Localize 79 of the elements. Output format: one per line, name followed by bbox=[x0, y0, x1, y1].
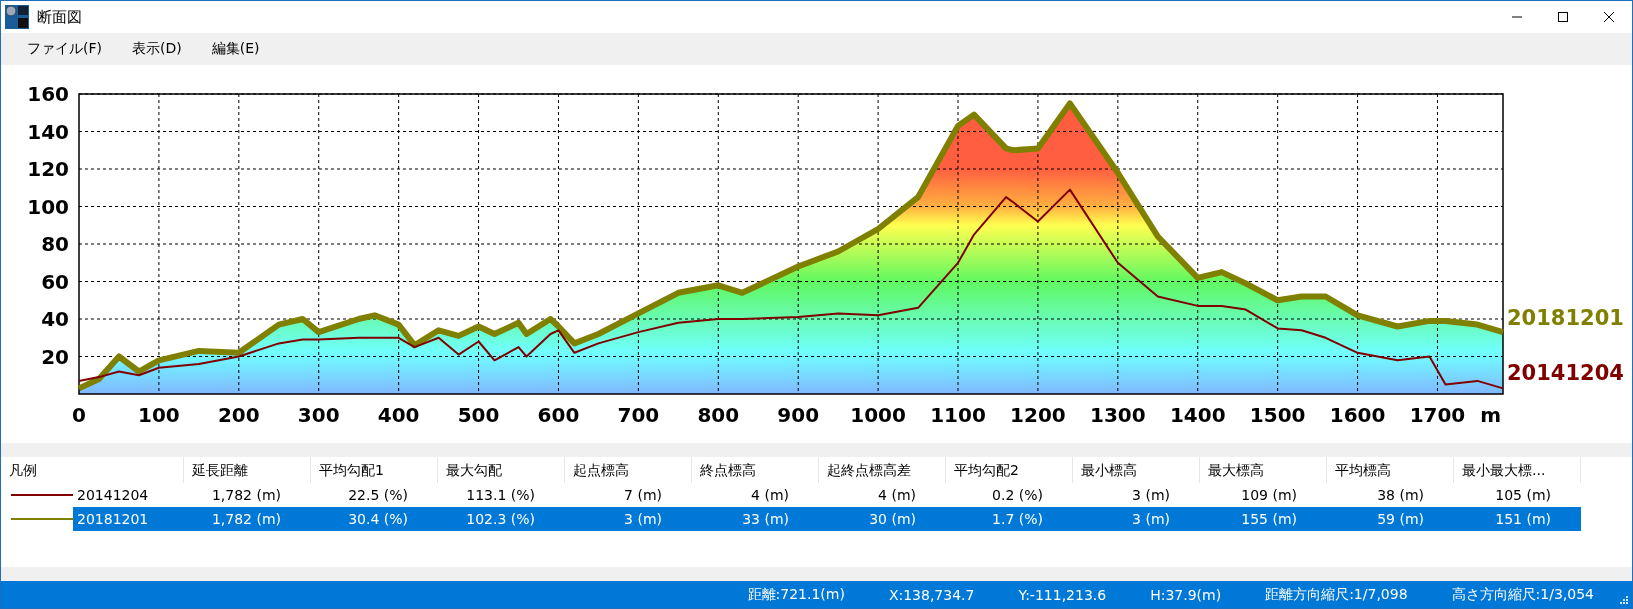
table-cell: 30 (m) bbox=[819, 507, 946, 532]
table-cell: 33 (m) bbox=[692, 507, 819, 532]
table-cell-text: 22.5 (%) bbox=[347, 486, 409, 506]
status-text: 距離:721.1(m) bbox=[747, 585, 845, 604]
x-tick-label: 100 bbox=[138, 402, 180, 427]
y-tick-label: 160 bbox=[27, 81, 69, 106]
column-header[interactable]: 最大標高 bbox=[1200, 457, 1327, 484]
y-tick-label: 40 bbox=[41, 306, 69, 331]
table-cell-text: 7 (m) bbox=[623, 486, 663, 506]
x-tick-label: 300 bbox=[297, 402, 340, 427]
table-cell: 30.4 (%) bbox=[311, 507, 438, 532]
table-cell: 3 (m) bbox=[565, 507, 692, 532]
x-tick-label: 600 bbox=[537, 402, 580, 427]
y-tick-label: 120 bbox=[27, 156, 69, 181]
table-cell-text: 113.1 (%) bbox=[465, 486, 536, 506]
table-cell-text: 0.2 (%) bbox=[991, 486, 1044, 506]
table-cell-text: 4 (m) bbox=[877, 486, 917, 506]
status-text: 高さ方向縮尺:1/3,054 bbox=[1451, 585, 1594, 604]
table-cell: 151 (m) bbox=[1454, 507, 1581, 532]
x-axis-unit: m bbox=[1480, 402, 1501, 427]
table-cell[interactable]: 20181201 bbox=[73, 507, 184, 532]
status-text: H:37.9(m) bbox=[1150, 586, 1222, 603]
column-header[interactable]: 平均勾配1 bbox=[311, 457, 438, 484]
y-tick-label: 100 bbox=[27, 194, 69, 219]
table-cell-text: 3 (m) bbox=[1131, 486, 1171, 506]
table-cell: 155 (m) bbox=[1200, 507, 1327, 532]
x-tick-label: 1700 bbox=[1409, 402, 1466, 427]
y-tick-label: 20 bbox=[41, 344, 69, 369]
status-text: X:138,734.7 bbox=[888, 586, 975, 603]
maximize-icon bbox=[1557, 11, 1569, 23]
column-header[interactable]: 起点標高 bbox=[565, 457, 692, 484]
x-tick-label: 1100 bbox=[930, 402, 986, 427]
column-header[interactable]: 延長距離 bbox=[184, 457, 311, 484]
resize-grip-icon bbox=[1618, 594, 1628, 604]
x-tick-label: 900 bbox=[777, 402, 820, 427]
table-cell-text: 38 (m) bbox=[1376, 486, 1425, 506]
close-icon bbox=[1603, 11, 1615, 23]
menu-item[interactable]: 編集(E) bbox=[199, 35, 272, 62]
column-header[interactable]: 最大勾配 bbox=[438, 457, 565, 484]
column-header[interactable]: 最小最大標... bbox=[1454, 457, 1581, 484]
x-tick-label: 1400 bbox=[1169, 402, 1226, 427]
series-label: 20181201 bbox=[1507, 306, 1624, 331]
y-tick-label: 60 bbox=[41, 269, 69, 294]
table-cell: 59 (m) bbox=[1327, 507, 1454, 532]
table-cell[interactable]: 20141204 bbox=[73, 483, 184, 508]
x-tick-label: 1200 bbox=[1010, 402, 1066, 427]
table-cell: 1.7 (%) bbox=[946, 507, 1073, 532]
column-header[interactable]: 平均標高 bbox=[1327, 457, 1454, 484]
x-tick-label: 500 bbox=[457, 402, 500, 427]
series-label: 20141204 bbox=[1507, 360, 1624, 385]
x-tick-label: 0 bbox=[72, 402, 86, 427]
table-cell: 3 (m) bbox=[1073, 507, 1200, 532]
x-tick-label: 200 bbox=[217, 402, 260, 427]
table-cell-text: 4 (m) bbox=[750, 486, 790, 506]
column-header[interactable]: 凡例 bbox=[1, 457, 184, 484]
menu-item[interactable]: 表示(D) bbox=[120, 35, 194, 62]
x-tick-label: 1300 bbox=[1090, 402, 1146, 427]
menu-item[interactable]: ファイル(F) bbox=[15, 35, 114, 62]
table-cell-text: 105 (m) bbox=[1494, 486, 1552, 506]
table-cell-text: 1,782 (m) bbox=[210, 486, 282, 506]
status-text: Y:-111,213.6 bbox=[1018, 586, 1107, 603]
status-text: 距離方向縮尺:1/7,098 bbox=[1265, 585, 1408, 604]
y-tick-label: 140 bbox=[27, 119, 69, 144]
y-tick-label: 80 bbox=[41, 231, 69, 256]
column-header[interactable]: 終点標高 bbox=[692, 457, 819, 484]
x-tick-label: 800 bbox=[697, 402, 740, 427]
table-cell-text: 109 (m) bbox=[1240, 486, 1298, 506]
column-header[interactable]: 起終点標高差 bbox=[819, 457, 946, 484]
x-tick-label: 1600 bbox=[1329, 402, 1386, 427]
column-header[interactable]: 平均勾配2 bbox=[946, 457, 1073, 484]
x-tick-label: 700 bbox=[617, 402, 660, 427]
table-cell: 1,782 (m) bbox=[184, 507, 311, 532]
table-cell: 102.3 (%) bbox=[438, 507, 565, 532]
x-tick-label: 400 bbox=[377, 402, 420, 427]
column-header[interactable]: 最小標高 bbox=[1073, 457, 1200, 484]
x-tick-label: 1000 bbox=[850, 402, 906, 427]
x-tick-label: 1500 bbox=[1249, 402, 1306, 427]
app-icon bbox=[5, 5, 29, 29]
window-title: 断面図 bbox=[37, 7, 83, 27]
